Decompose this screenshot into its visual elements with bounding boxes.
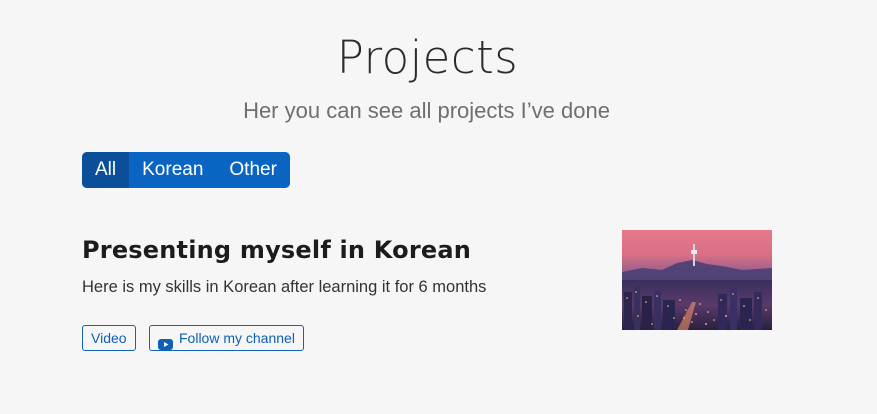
page-title: Projects xyxy=(336,31,519,84)
filter-all-button[interactable]: All xyxy=(82,152,130,188)
video-button[interactable]: Video xyxy=(82,325,136,351)
project-description: Here is my skills in Korean after learni… xyxy=(82,278,487,296)
video-button-label: Video xyxy=(91,330,127,346)
page-subtitle: Her you can see all projects I’ve done xyxy=(243,98,610,123)
project-title: Presenting myself in Korean xyxy=(82,236,472,264)
filter-korean-button[interactable]: Korean xyxy=(129,152,217,188)
project-thumbnail-image xyxy=(622,230,772,330)
page: Projects Her you can see all projects I’… xyxy=(0,0,877,414)
youtube-icon xyxy=(158,333,173,350)
project-filter-group: All Korean Other xyxy=(82,152,290,188)
follow-channel-label: Follow my channel xyxy=(179,330,295,346)
filter-other-button[interactable]: Other xyxy=(216,152,290,188)
follow-channel-button[interactable]: Follow my channel xyxy=(149,325,304,351)
